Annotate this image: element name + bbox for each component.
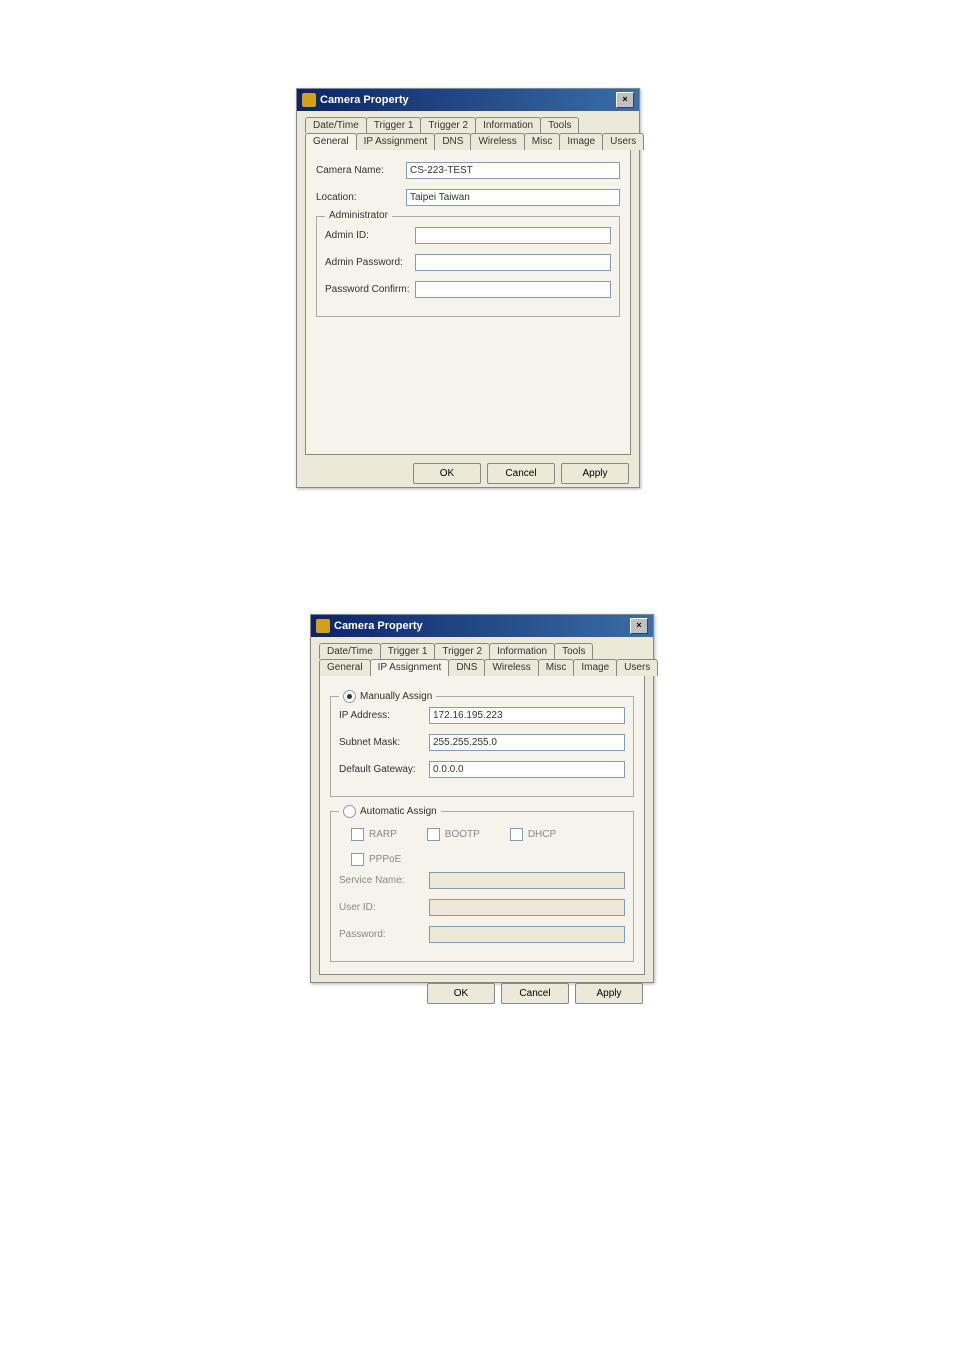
tab-tools[interactable]: Tools <box>540 117 579 133</box>
apply-button[interactable]: Apply <box>575 983 643 1004</box>
admin-id-label: Admin ID: <box>325 230 415 241</box>
tab-image[interactable]: Image <box>559 133 603 150</box>
automatic-assign-radio[interactable] <box>343 805 356 818</box>
automatic-assign-group: Automatic Assign RARP BOOTP DHCP PPPoE S… <box>330 811 634 962</box>
location-label: Location: <box>316 192 406 203</box>
button-row: OK Cancel Apply <box>311 975 653 1012</box>
titlebar: Camera Property × <box>311 615 653 637</box>
button-row: OK Cancel Apply <box>297 455 639 492</box>
cancel-button[interactable]: Cancel <box>501 983 569 1004</box>
default-gateway-label: Default Gateway: <box>339 764 429 775</box>
bootp-checkbox[interactable] <box>427 828 440 841</box>
tabs: Date/Time Trigger 1 Trigger 2 Informatio… <box>311 637 653 975</box>
password-input <box>429 926 625 943</box>
automatic-assign-legend: Automatic Assign <box>360 806 437 817</box>
manually-assign-group: Manually Assign IP Address: Subnet Mask:… <box>330 696 634 797</box>
tab-tools[interactable]: Tools <box>554 643 593 659</box>
camera-name-input[interactable] <box>406 162 620 179</box>
close-button[interactable]: × <box>616 92 634 108</box>
tab-panel-general: Camera Name: Location: Administrator Adm… <box>305 149 631 455</box>
password-confirm-label: Password Confirm: <box>325 284 415 295</box>
user-id-input <box>429 899 625 916</box>
administrator-group: Administrator Admin ID: Admin Password: … <box>316 216 620 317</box>
tab-misc[interactable]: Misc <box>524 133 561 150</box>
dhcp-label: DHCP <box>528 829 556 840</box>
bootp-label: BOOTP <box>445 829 480 840</box>
tab-users[interactable]: Users <box>616 659 658 676</box>
password-label: Password: <box>339 929 429 940</box>
location-input[interactable] <box>406 189 620 206</box>
tab-trigger1[interactable]: Trigger 1 <box>380 643 436 659</box>
tab-ipassignment[interactable]: IP Assignment <box>356 133 436 150</box>
tab-general[interactable]: General <box>319 659 371 676</box>
tab-information[interactable]: Information <box>475 117 541 133</box>
default-gateway-input[interactable] <box>429 761 625 778</box>
tab-datetime[interactable]: Date/Time <box>319 643 381 659</box>
ok-button[interactable]: OK <box>427 983 495 1004</box>
administrator-legend: Administrator <box>325 210 392 221</box>
dialog-title: Camera Property <box>320 94 409 106</box>
tab-image[interactable]: Image <box>573 659 617 676</box>
ip-address-input[interactable] <box>429 707 625 724</box>
tab-users[interactable]: Users <box>602 133 644 150</box>
dhcp-checkbox[interactable] <box>510 828 523 841</box>
tab-trigger2[interactable]: Trigger 2 <box>434 643 490 659</box>
dialog-title: Camera Property <box>334 620 423 632</box>
close-button[interactable]: × <box>630 618 648 634</box>
tab-misc[interactable]: Misc <box>538 659 575 676</box>
titlebar: Camera Property × <box>297 89 639 111</box>
app-icon <box>316 619 330 633</box>
password-confirm-input[interactable] <box>415 281 611 298</box>
ip-address-label: IP Address: <box>339 710 429 721</box>
tab-dns[interactable]: DNS <box>448 659 485 676</box>
tabs: Date/Time Trigger 1 Trigger 2 Informatio… <box>297 111 639 455</box>
tab-general[interactable]: General <box>305 133 357 150</box>
pppoe-label: PPPoE <box>369 854 401 865</box>
camera-name-label: Camera Name: <box>316 165 406 176</box>
service-name-label: Service Name: <box>339 875 429 886</box>
camera-property-dialog-general: Camera Property × Date/Time Trigger 1 Tr… <box>296 88 640 488</box>
tab-datetime[interactable]: Date/Time <box>305 117 367 133</box>
tab-trigger2[interactable]: Trigger 2 <box>420 117 476 133</box>
manually-assign-radio[interactable] <box>343 690 356 703</box>
subnet-mask-label: Subnet Mask: <box>339 737 429 748</box>
admin-password-label: Admin Password: <box>325 257 415 268</box>
tab-information[interactable]: Information <box>489 643 555 659</box>
user-id-label: User ID: <box>339 902 429 913</box>
tab-wireless[interactable]: Wireless <box>470 133 524 150</box>
admin-id-input[interactable] <box>415 227 611 244</box>
subnet-mask-input[interactable] <box>429 734 625 751</box>
tab-wireless[interactable]: Wireless <box>484 659 538 676</box>
apply-button[interactable]: Apply <box>561 463 629 484</box>
rarp-checkbox[interactable] <box>351 828 364 841</box>
camera-property-dialog-ip: Camera Property × Date/Time Trigger 1 Tr… <box>310 614 654 983</box>
tab-panel-ipassignment: Manually Assign IP Address: Subnet Mask:… <box>319 675 645 975</box>
tab-dns[interactable]: DNS <box>434 133 471 150</box>
manually-assign-legend: Manually Assign <box>360 691 432 702</box>
rarp-label: RARP <box>369 829 397 840</box>
pppoe-checkbox[interactable] <box>351 853 364 866</box>
admin-password-input[interactable] <box>415 254 611 271</box>
service-name-input <box>429 872 625 889</box>
tab-ipassignment[interactable]: IP Assignment <box>370 659 450 676</box>
ok-button[interactable]: OK <box>413 463 481 484</box>
tab-trigger1[interactable]: Trigger 1 <box>366 117 422 133</box>
cancel-button[interactable]: Cancel <box>487 463 555 484</box>
app-icon <box>302 93 316 107</box>
